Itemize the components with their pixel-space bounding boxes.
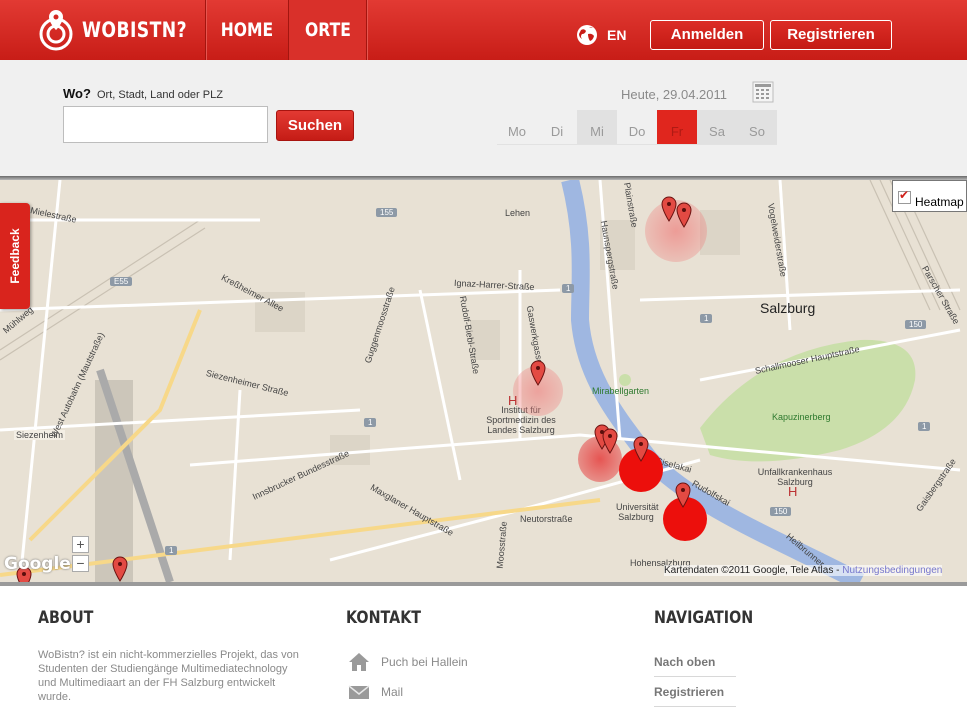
home-icon — [349, 653, 369, 671]
calendar-icon[interactable] — [752, 81, 774, 103]
route-shield: 150 — [770, 507, 792, 516]
about-heading: ABOUT — [38, 608, 94, 628]
location-marker-icon[interactable] — [633, 436, 649, 462]
brand-name: WOBISTN? — [82, 18, 187, 42]
route-shield: 1 — [562, 284, 575, 293]
nav-orte[interactable]: ORTE — [289, 0, 366, 60]
route-shield: 1 — [700, 314, 713, 323]
wo-label: Wo? — [63, 86, 91, 101]
route-shield: 150 — [905, 320, 927, 329]
footer-link-registrieren[interactable]: Registrieren — [654, 685, 736, 707]
heatmap-checkbox[interactable] — [898, 188, 911, 204]
register-button[interactable]: Registrieren — [770, 20, 892, 50]
language-switcher[interactable]: EN — [576, 24, 626, 46]
map-label-neutor: Neutorstraße — [520, 514, 573, 524]
contact-heading: KONTAKT — [346, 608, 422, 628]
login-button[interactable]: Anmelden — [650, 20, 764, 50]
nav-home[interactable]: HOME — [206, 0, 288, 60]
map[interactable]: Lehen Salzburg Mirabellgarten Kapuzinerb… — [0, 180, 967, 582]
contact-mail[interactable]: Mail — [348, 682, 403, 702]
location-pin-logo-icon — [39, 10, 73, 51]
map-label-lehen: Lehen — [505, 208, 531, 218]
map-base — [0, 180, 961, 582]
contact-address: Puch bei Hallein — [348, 652, 468, 672]
mail-icon — [348, 685, 370, 699]
location-marker-icon[interactable] — [112, 556, 128, 582]
day-do[interactable]: Do — [617, 110, 657, 145]
route-shield: E55 — [110, 277, 133, 286]
route-shield: 1 — [165, 546, 178, 555]
location-search-input[interactable] — [63, 106, 268, 143]
feedback-tab[interactable]: Feedback — [0, 203, 30, 309]
terms-link[interactable]: Nutzungsbedingungen — [842, 565, 942, 576]
route-shield: 155 — [376, 208, 398, 217]
map-label-mirabellgarten: Mirabellgarten — [592, 386, 650, 396]
route-shield: 1 — [364, 418, 377, 427]
day-mo[interactable]: Mo — [497, 110, 537, 145]
language-label: EN — [607, 27, 627, 43]
day-fr-selected[interactable]: Fr — [657, 110, 697, 145]
weekday-selector: Mo Di Mi Do Fr Sa So — [497, 110, 777, 145]
day-di[interactable]: Di — [537, 110, 577, 145]
feedback-label: Feedback — [8, 228, 22, 284]
day-sa[interactable]: Sa — [697, 110, 737, 145]
map-credits: Kartendaten ©2011 Google, Tele Atlas - N… — [664, 565, 943, 576]
about-text: WoBistn? ist ein nicht-kommerzielles Pro… — [38, 649, 299, 703]
navigation-heading: NAVIGATION — [654, 608, 754, 628]
search-button[interactable]: Suchen — [276, 110, 354, 141]
map-label-salzburg: Salzburg — [760, 300, 816, 316]
logo[interactable]: WOBISTN? — [38, 8, 210, 52]
top-bar: WOBISTN? HOME ORTE EN Anmelden Registrie… — [0, 0, 967, 60]
date-label: Heute, 29.04.2011 — [621, 87, 728, 102]
hospital-icon: H — [508, 393, 518, 408]
address-text: Puch bei Hallein — [381, 655, 468, 669]
search-label: Wo? Ort, Stadt, Land oder PLZ — [63, 86, 223, 101]
location-marker-icon[interactable] — [530, 360, 546, 386]
credits-text: Kartendaten ©2011 Google, Tele Atlas - — [664, 565, 840, 576]
zoom-in-button[interactable]: + — [72, 536, 89, 553]
route-shield: 1 — [918, 422, 931, 431]
location-marker-icon[interactable] — [675, 482, 691, 508]
location-marker-icon[interactable] — [602, 428, 618, 454]
hospital-icon: H — [788, 484, 798, 499]
zoom-out-button[interactable]: − — [72, 555, 89, 572]
day-so[interactable]: So — [737, 110, 777, 145]
globe-icon — [577, 25, 597, 45]
day-mi[interactable]: Mi — [577, 110, 617, 145]
map-label-kapuzinerberg: Kapuzinerberg — [772, 412, 831, 422]
heatmap-toggle[interactable]: Heatmap — [892, 180, 967, 212]
google-logo: Google — [4, 554, 71, 574]
footer-link-nach-oben[interactable]: Nach oben — [654, 655, 736, 677]
location-marker-icon[interactable] — [661, 196, 677, 222]
mail-link[interactable]: Mail — [381, 685, 403, 699]
nav-divider — [366, 0, 367, 60]
location-marker-icon[interactable] — [676, 202, 692, 228]
search-hint: Ort, Stadt, Land oder PLZ — [96, 89, 223, 101]
footer: ABOUT WoBistn? ist ein nicht-kommerziell… — [0, 586, 967, 711]
heatmap-label: Heatmap — [915, 195, 964, 209]
map-label-universitat: Universität Salzburg — [616, 502, 659, 522]
